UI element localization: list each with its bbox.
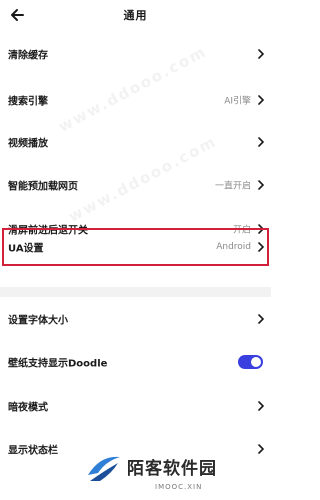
setting-row-video-playback[interactable]: 视频播放 bbox=[0, 122, 271, 162]
setting-label: 视频播放 bbox=[8, 138, 48, 150]
chevron-right-icon bbox=[258, 242, 265, 252]
setting-label: 显示状态栏 bbox=[8, 445, 58, 457]
toggle-knob bbox=[251, 357, 261, 367]
setting-row-font-size[interactable]: 设置字体大小 bbox=[0, 299, 271, 339]
setting-row-dark-mode[interactable]: 暗夜模式 bbox=[0, 386, 271, 426]
page-title: 通用 bbox=[123, 9, 148, 22]
setting-label: 壁纸支持显示Doodle bbox=[8, 358, 108, 370]
section-divider bbox=[0, 287, 271, 297]
setting-label: UA设置 bbox=[8, 243, 44, 255]
doodle-toggle[interactable] bbox=[238, 355, 263, 369]
setting-label: 设置字体大小 bbox=[8, 315, 68, 327]
chevron-right-icon bbox=[258, 137, 265, 147]
setting-row-ua[interactable]: UA设置 Android bbox=[0, 227, 271, 267]
chevron-right-icon bbox=[258, 444, 265, 454]
watermark-brand: 陌客软件园 bbox=[127, 459, 217, 479]
chevron-right-icon bbox=[258, 314, 265, 324]
chevron-right-icon bbox=[258, 401, 265, 411]
watermark-logo-icon bbox=[88, 456, 120, 481]
chevron-right-icon bbox=[258, 95, 265, 105]
setting-value: 一直开启 bbox=[214, 181, 251, 192]
watermark-url: IMOOC.XIN bbox=[155, 483, 203, 491]
setting-label: 暗夜模式 bbox=[8, 402, 48, 414]
setting-row-wallpaper-doodle: 壁纸支持显示Doodle bbox=[0, 342, 271, 382]
setting-value: Android bbox=[216, 242, 251, 252]
chevron-right-icon bbox=[258, 49, 265, 59]
setting-value: AI引擎 bbox=[224, 96, 251, 107]
setting-label: 清除缓存 bbox=[8, 50, 48, 62]
top-bar: 通用 bbox=[0, 0, 271, 34]
setting-label: 智能预加载网页 bbox=[8, 181, 78, 193]
setting-row-smart-preload[interactable]: 智能预加载网页 一直开启 bbox=[0, 165, 271, 205]
setting-label: 搜索引擎 bbox=[8, 96, 48, 108]
setting-row-clear-cache[interactable]: 清除缓存 bbox=[0, 34, 271, 74]
setting-row-search-engine[interactable]: 搜索引擎 AI引擎 bbox=[0, 80, 271, 120]
chevron-right-icon bbox=[258, 180, 265, 190]
